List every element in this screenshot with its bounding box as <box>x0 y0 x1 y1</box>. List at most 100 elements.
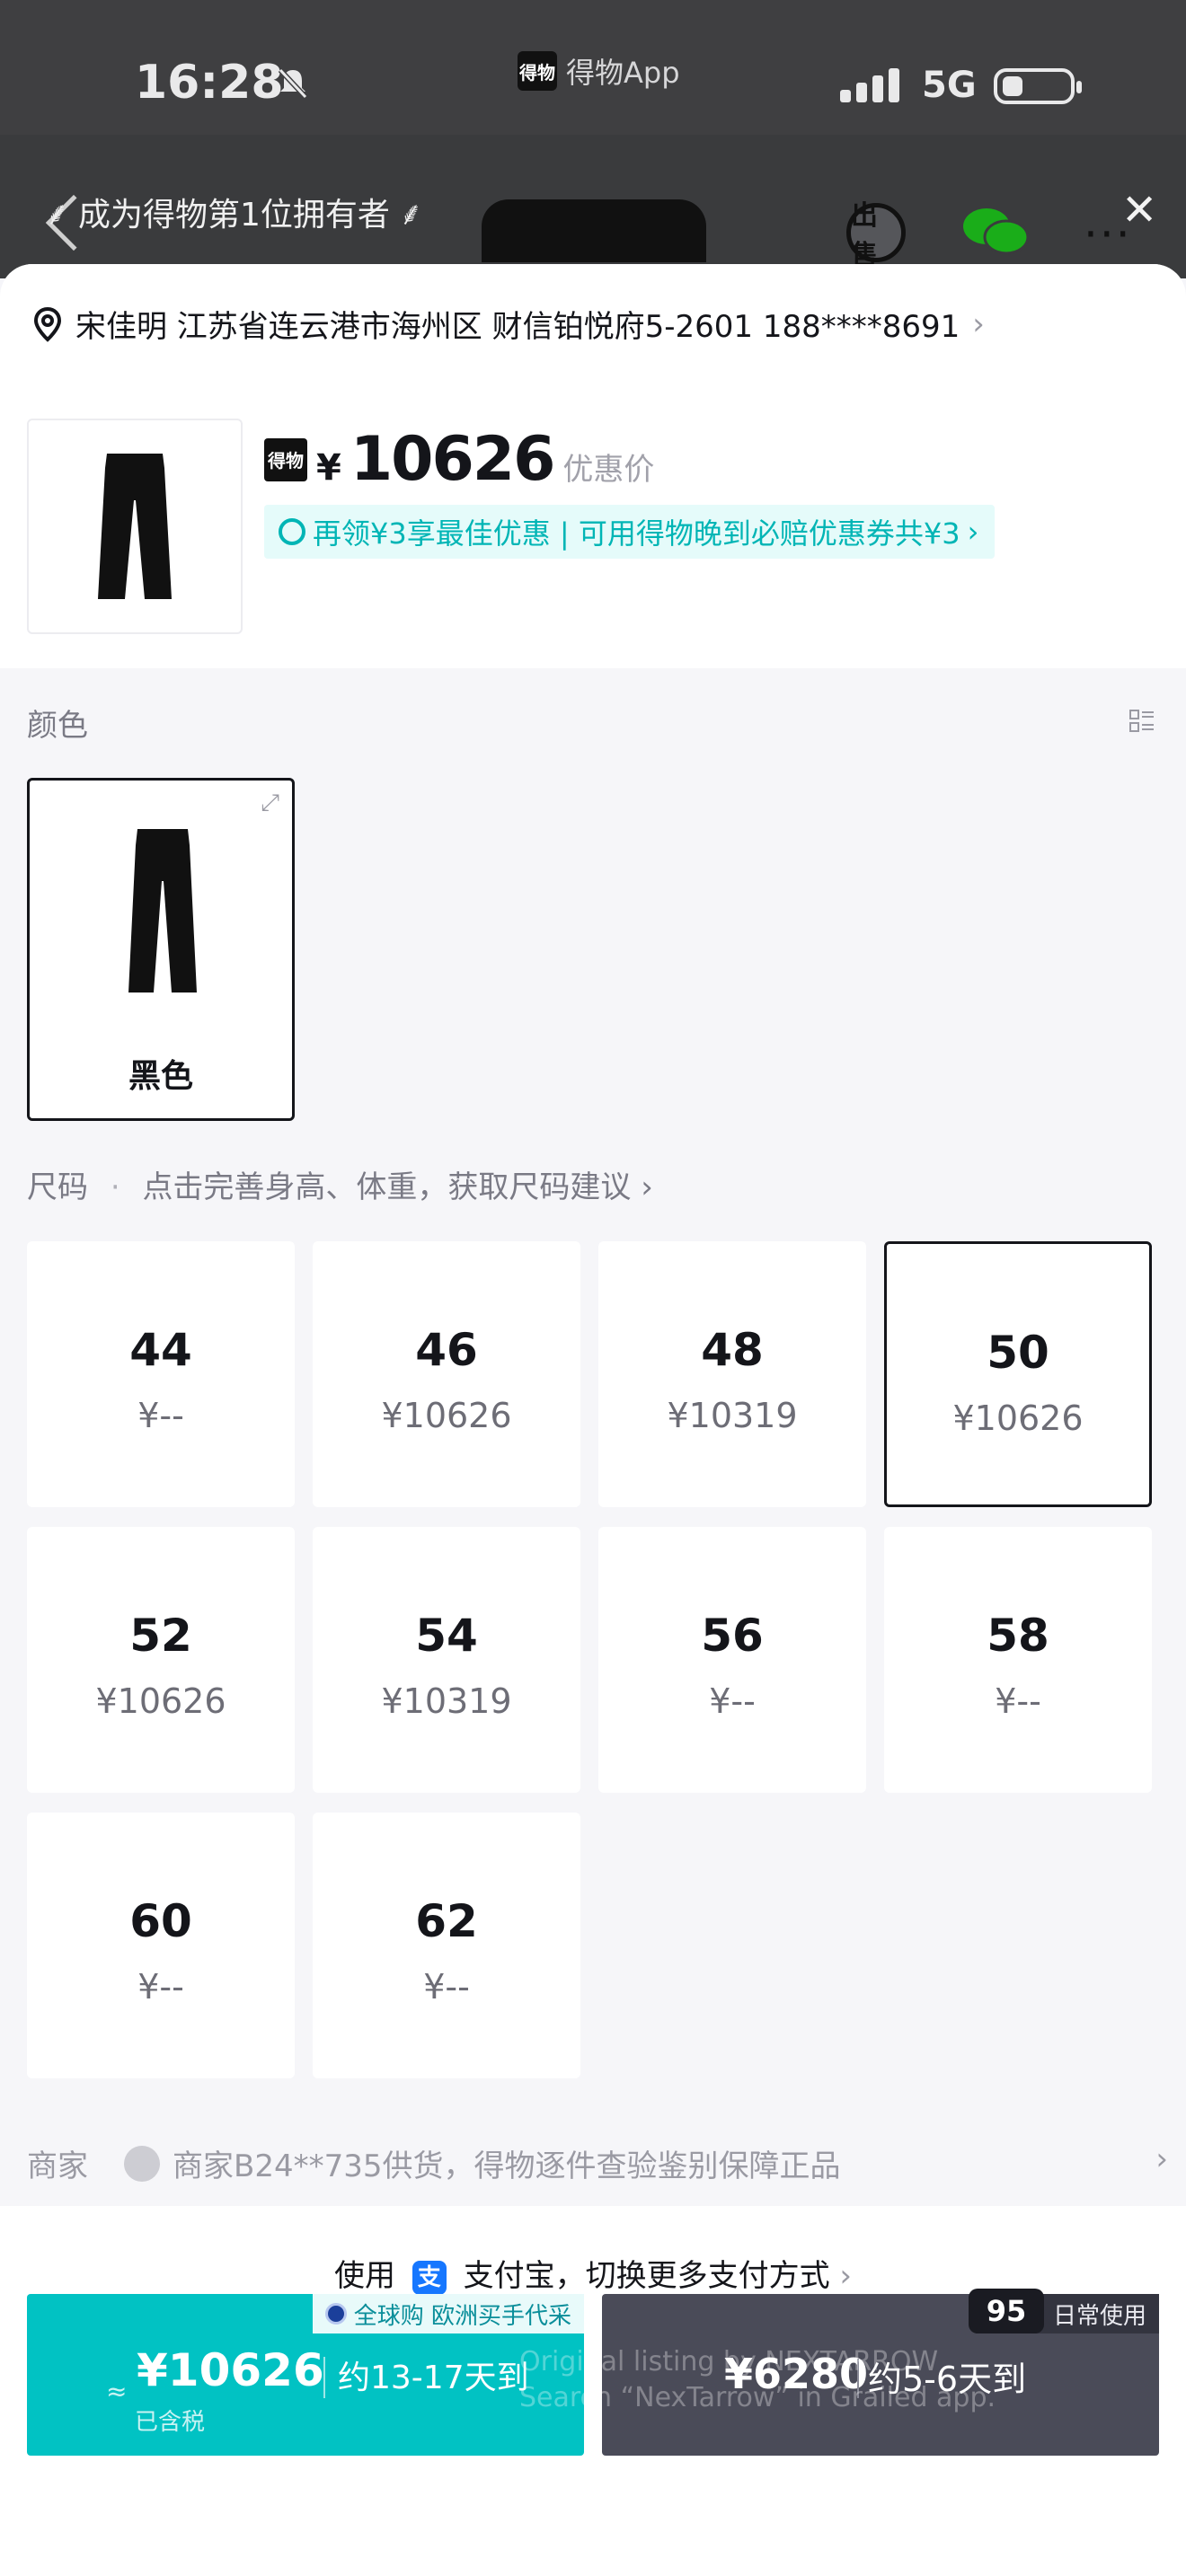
sku-selector-sheet: 宋佳明 江苏省连云港市海州区 财信铂悦府5-2601 188****8691 ›… <box>0 264 1186 2576</box>
size-option-58[interactable]: 58 ¥-- <box>884 1527 1152 1793</box>
condition-95-badge: 95 <box>968 2289 1044 2333</box>
size-price: ¥-- <box>137 1396 184 1435</box>
size-option-48[interactable]: 48 ¥10319 <box>598 1241 866 1507</box>
size-option-60[interactable]: 60 ¥-- <box>27 1813 295 2078</box>
size-value: 50 <box>987 1327 1049 1379</box>
pants-image <box>98 454 172 599</box>
globe-icon <box>324 2303 347 2325</box>
layout-toggle-icon[interactable] <box>1128 708 1155 735</box>
price-row: 得物 ¥ 10626 优惠价 <box>264 424 654 495</box>
shield-icon <box>124 2145 160 2182</box>
battery-icon <box>994 68 1082 104</box>
divider <box>323 2357 325 2398</box>
global-price: ¥10626 <box>137 2344 324 2396</box>
owner-banner-text: 成为得物第1位拥有者 <box>78 197 390 234</box>
chevron-right-icon: › <box>839 2258 853 2294</box>
condition-tag: 95 日常使用 <box>968 2289 1159 2333</box>
size-price: ¥-- <box>423 1967 470 2007</box>
watermark-line-1: Original listing by NEXTARROW <box>519 2346 939 2378</box>
size-value: 62 <box>415 1895 478 1947</box>
size-value: 58 <box>987 1610 1049 1662</box>
payment-method-text: 支付宝，切换更多支付方式 <box>463 2258 830 2294</box>
delivery-address[interactable]: 宋佳明 江苏省连云港市海州区 财信铂悦府5-2601 188****8691 › <box>32 302 985 346</box>
cellular-signal-icon <box>840 68 899 102</box>
size-price: ¥-- <box>995 1681 1041 1721</box>
source-app-indicator[interactable]: 得物 得物App <box>518 50 680 92</box>
buy-global-button[interactable]: 全球购 欧洲买手代采 ≈ ¥10626 约13-17天到 已含税 <box>27 2294 584 2456</box>
expand-icon[interactable]: ⤢ <box>261 790 279 817</box>
product-thumbnail[interactable] <box>27 419 243 634</box>
color-option-name: 黑色 <box>128 1058 193 1095</box>
product-hero-image <box>482 199 706 262</box>
price-note: 优惠价 <box>562 452 655 488</box>
size-label-text: 尺码 <box>27 1169 88 1205</box>
location-pin-icon <box>33 306 62 342</box>
chevron-right-icon: › <box>972 305 985 342</box>
address-text: 宋佳明 江苏省连云港市海州区 财信铂悦府5-2601 188****8691 <box>75 309 960 345</box>
condition-tag-text: 日常使用 <box>1052 2302 1146 2330</box>
size-option-52[interactable]: 52 ¥10626 <box>27 1527 295 1793</box>
home-indicator-area <box>0 2497 1186 2576</box>
coupon-banner[interactable]: 再领¥3享最佳优惠 | 可用得物晚到必赔优惠券共¥3 › <box>264 505 996 559</box>
color-option-black[interactable]: ⤢ 黑色 <box>27 778 295 1121</box>
close-icon[interactable]: ✕ <box>1121 185 1157 235</box>
size-option-44[interactable]: 44 ¥-- <box>27 1241 295 1507</box>
network-type: 5G <box>922 65 977 106</box>
color-label: 颜色 <box>27 708 88 744</box>
global-delivery-time: 约13-17天到 <box>338 2360 529 2396</box>
global-purchase-tag: 全球购 欧洲买手代采 <box>312 2294 584 2333</box>
size-option-54[interactable]: 54 ¥10319 <box>313 1527 580 1793</box>
size-price: ¥10626 <box>952 1398 1084 1438</box>
laurel-right-icon: ⸙ <box>398 195 423 233</box>
size-price: ¥-- <box>137 1967 184 2007</box>
product-price: 10626 <box>350 424 556 495</box>
color-swatch-image <box>128 829 197 992</box>
status-bar: 16:28 得物 得物App 5G <box>0 0 1186 144</box>
approx-symbol: ≈ <box>106 2377 128 2406</box>
tax-included-note: 已含税 <box>135 2409 206 2436</box>
size-price: ¥-- <box>709 1681 756 1721</box>
currency-symbol: ¥ <box>316 447 341 489</box>
wechat-icon[interactable] <box>961 205 1030 259</box>
size-value: 44 <box>129 1324 192 1376</box>
merchant-detail: 商家B24**735供货，得物逐件查验鉴别保障正品 <box>124 2141 840 2185</box>
size-value: 48 <box>701 1324 764 1376</box>
owner-banner: ⸙ 成为得物第1位拥有者 ⸙ <box>45 189 423 235</box>
laurel-left-icon: ⸙ <box>45 195 70 233</box>
chevron-right-icon: › <box>1155 2141 1168 2177</box>
coupon-circle-icon <box>279 518 305 545</box>
size-option-62[interactable]: 62 ¥-- <box>313 1813 580 2078</box>
sell-icon[interactable]: 出售 <box>846 200 906 271</box>
size-option-46[interactable]: 46 ¥10626 <box>313 1241 580 1507</box>
coupon-text: 再领¥3享最佳优惠 | 可用得物晚到必赔优惠券共¥3 <box>313 516 960 551</box>
merchant-info[interactable]: 商家 商家B24**735供货，得物逐件查验鉴别保障正品 › <box>27 2141 1168 2185</box>
size-value: 56 <box>701 1610 764 1662</box>
merchant-text: 商家B24**735供货，得物逐件查验鉴别保障正品 <box>173 2148 841 2184</box>
status-time: 16:28 <box>135 56 284 110</box>
chevron-right-icon: › <box>641 1169 653 1205</box>
separator-dot: · <box>110 1169 120 1205</box>
size-price: ¥10626 <box>95 1681 226 1721</box>
size-label: 尺码 · 点击完善身高、体重，获取尺码建议 › <box>27 1162 653 1206</box>
size-price: ¥10319 <box>381 1681 512 1721</box>
dewu-badge: 得物 <box>264 437 307 481</box>
watermark-text: Original listing by NEXTARROW Search “Ne… <box>519 2344 996 2416</box>
size-option-50[interactable]: 50 ¥10626 <box>884 1241 1152 1507</box>
global-purchase-tag-text: 全球购 欧洲买手代采 <box>353 2302 571 2330</box>
size-value: 52 <box>129 1610 192 1662</box>
payment-prefix: 使用 <box>333 2258 395 2294</box>
merchant-label: 商家 <box>27 2148 88 2184</box>
bell-off-icon <box>278 67 308 100</box>
size-price: ¥10319 <box>667 1396 798 1435</box>
alipay-icon: 支 <box>412 2260 447 2295</box>
chevron-right-icon: › <box>967 515 979 549</box>
dewu-app-logo: 得物 <box>518 51 557 91</box>
watermark-line-2: Search “NexTarrow” in Grailed app. <box>519 2382 996 2413</box>
size-value: 46 <box>415 1324 478 1376</box>
size-price: ¥10626 <box>381 1396 512 1435</box>
size-option-56[interactable]: 56 ¥-- <box>598 1527 866 1793</box>
size-value: 54 <box>415 1610 478 1662</box>
source-app-name: 得物App <box>566 56 680 90</box>
size-value: 60 <box>129 1895 192 1947</box>
size-hint[interactable]: 点击完善身高、体重，获取尺码建议 <box>142 1169 631 1205</box>
